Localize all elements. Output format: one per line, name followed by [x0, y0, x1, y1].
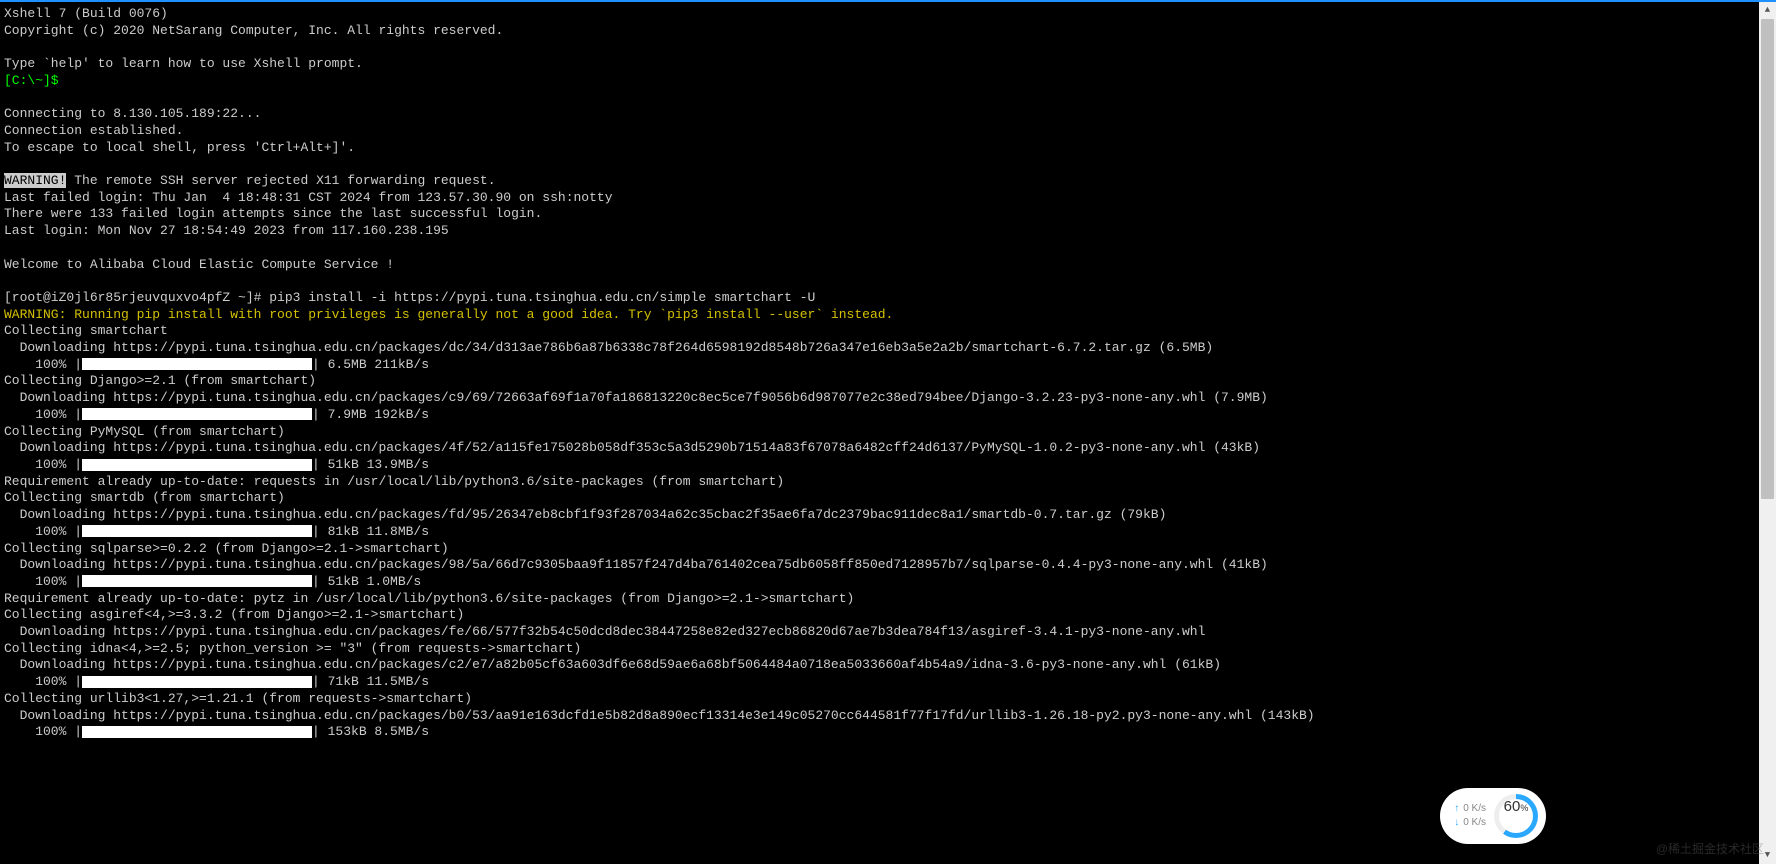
escape-hint: To escape to local shell, press 'Ctrl+Al…: [4, 140, 355, 155]
output-line: Downloading https://pypi.tuna.tsinghua.e…: [4, 440, 1260, 455]
progress-text: 100% |: [4, 357, 82, 372]
progress-text: 100% |: [4, 524, 82, 539]
output-line: Collecting smartdb (from smartchart): [4, 490, 285, 505]
local-shell-prompt: [C:\~]$: [4, 73, 59, 88]
progress-text: 100% |: [4, 674, 82, 689]
percent-gauge: 60%: [1494, 794, 1538, 838]
progress-text: | 7.9MB 192kB/s: [312, 407, 437, 422]
output-line: Collecting sqlparse>=0.2.2 (from Django>…: [4, 541, 449, 556]
upload-speed: 0 K/s: [1454, 802, 1486, 816]
help-hint: Type `help' to learn how to use Xshell p…: [4, 56, 363, 71]
output-line: Requirement already up-to-date: requests…: [4, 474, 784, 489]
output-line: Downloading https://pypi.tuna.tsinghua.e…: [4, 657, 1221, 672]
pip-root-warning: WARNING: Running pip install with root p…: [4, 307, 893, 322]
warning-tag: WARNING!: [4, 173, 66, 188]
output-line: Collecting PyMySQL (from smartchart): [4, 424, 285, 439]
progress-text: 100% |: [4, 574, 82, 589]
progress-text: | 6.5MB 211kB/s: [312, 357, 437, 372]
progress-text: | 71kB 11.5MB/s: [312, 674, 437, 689]
network-speed-widget[interactable]: 0 K/s 0 K/s 60%: [1440, 788, 1546, 844]
progress-text: 100% |: [4, 457, 82, 472]
output-line: Downloading https://pypi.tuna.tsinghua.e…: [4, 507, 1166, 522]
scroll-down-button[interactable]: ▼: [1759, 847, 1776, 864]
vertical-scrollbar[interactable]: ▲ ▼: [1759, 2, 1776, 864]
connecting-line: Connecting to 8.130.105.189:22...: [4, 106, 261, 121]
terminal-output[interactable]: Xshell 7 (Build 0076) Copyright (c) 2020…: [0, 2, 1759, 864]
percent-symbol: %: [1520, 800, 1528, 817]
last-failed-login: Last failed login: Thu Jan 4 18:48:31 CS…: [4, 190, 613, 205]
download-speed: 0 K/s: [1454, 816, 1486, 830]
scroll-thumb[interactable]: [1761, 19, 1774, 499]
output-line: Collecting Django>=2.1 (from smartchart): [4, 373, 316, 388]
progress-bar: [82, 575, 312, 587]
remote-prompt: [root@iZ0jl6r85rjeuvquxvo4pfZ ~]#: [4, 290, 269, 305]
progress-bar: [82, 676, 312, 688]
output-line: Downloading https://pypi.tuna.tsinghua.e…: [4, 557, 1268, 572]
output-line: Downloading https://pypi.tuna.tsinghua.e…: [4, 390, 1268, 405]
app-title: Xshell 7 (Build 0076): [4, 6, 168, 21]
command-text: pip3 install -i https://pypi.tuna.tsingh…: [269, 290, 815, 305]
progress-bar: [82, 408, 312, 420]
last-login: Last login: Mon Nov 27 18:54:49 2023 fro…: [4, 223, 449, 238]
connection-established: Connection established.: [4, 123, 183, 138]
progress-bar: [82, 358, 312, 370]
progress-bar: [82, 459, 312, 471]
progress-text: 100% |: [4, 407, 82, 422]
progress-text: | 81kB 11.8MB/s: [312, 524, 437, 539]
output-line: Collecting urllib3<1.27,>=1.21.1 (from r…: [4, 691, 472, 706]
output-line: Downloading https://pypi.tuna.tsinghua.e…: [4, 340, 1213, 355]
output-line: Downloading https://pypi.tuna.tsinghua.e…: [4, 624, 1205, 639]
scroll-up-button[interactable]: ▲: [1759, 2, 1776, 19]
progress-text: 100% |: [4, 724, 82, 739]
failed-attempts: There were 133 failed login attempts sin…: [4, 206, 542, 221]
output-line: Collecting asgiref<4,>=3.3.2 (from Djang…: [4, 607, 464, 622]
progress-text: | 51kB 13.9MB/s: [312, 457, 437, 472]
progress-bar: [82, 525, 312, 537]
welcome-line: Welcome to Alibaba Cloud Elastic Compute…: [4, 257, 394, 272]
output-line: Downloading https://pypi.tuna.tsinghua.e…: [4, 708, 1315, 723]
x11-reject: The remote SSH server rejected X11 forwa…: [66, 173, 495, 188]
progress-bar: [82, 726, 312, 738]
output-line: Collecting smartchart: [4, 323, 168, 338]
progress-text: | 153kB 8.5MB/s: [312, 724, 437, 739]
scroll-track[interactable]: [1759, 19, 1776, 847]
output-line: Requirement already up-to-date: pytz in …: [4, 591, 854, 606]
window-top-border: [0, 0, 1776, 2]
percent-value: 60: [1504, 799, 1521, 816]
progress-text: | 51kB 1.0MB/s: [312, 574, 429, 589]
speed-readout: 0 K/s 0 K/s: [1454, 802, 1486, 830]
copyright-line: Copyright (c) 2020 NetSarang Computer, I…: [4, 23, 503, 38]
output-line: Collecting idna<4,>=2.5; python_version …: [4, 641, 581, 656]
